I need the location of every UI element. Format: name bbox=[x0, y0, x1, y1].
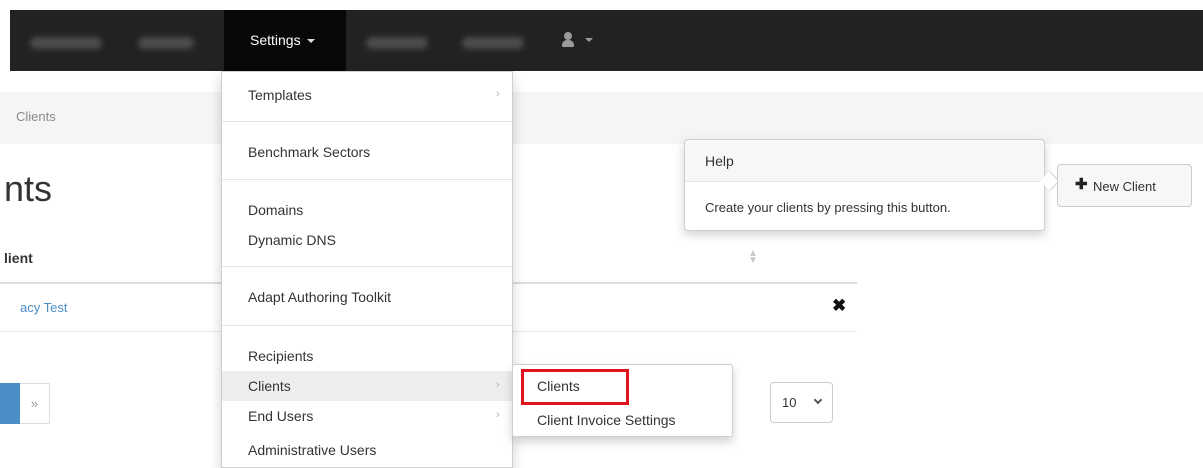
submenu-item-client-invoice-settings[interactable]: Client Invoice Settings bbox=[537, 412, 676, 428]
nav-item-blurred-2[interactable] bbox=[138, 37, 194, 49]
help-popover: Help Create your clients by pressing thi… bbox=[684, 139, 1045, 231]
menu-item-domains[interactable]: Domains bbox=[222, 195, 512, 225]
menu-divider bbox=[222, 179, 512, 180]
breadcrumb-current: Clients bbox=[16, 109, 56, 124]
menu-item-administrative-users[interactable]: Administrative Users bbox=[222, 435, 512, 465]
clients-submenu: Clients Client Invoice Settings bbox=[512, 364, 733, 437]
menu-item-label: Administrative Users bbox=[248, 442, 377, 458]
menu-item-recipients[interactable]: Recipients bbox=[222, 341, 512, 371]
nav-item-blurred-3[interactable] bbox=[366, 37, 428, 49]
page-title: nts bbox=[4, 168, 53, 209]
menu-item-label: Templates bbox=[248, 87, 312, 103]
chevron-right-icon: › bbox=[496, 88, 500, 100]
menu-item-label: Benchmark Sectors bbox=[248, 144, 371, 160]
page-size-select[interactable]: 10 bbox=[770, 382, 833, 423]
popover-title: Help bbox=[705, 153, 734, 169]
menu-item-adapt-authoring-toolkit[interactable]: Adapt Authoring Toolkit bbox=[222, 282, 512, 312]
popover-content: Create your clients by pressing this but… bbox=[705, 200, 951, 215]
submenu-item-clients[interactable]: Clients bbox=[537, 378, 580, 394]
chevron-right-icon: › bbox=[496, 379, 500, 391]
close-icon[interactable]: ✖ bbox=[832, 296, 846, 316]
nav-user-menu[interactable] bbox=[562, 32, 602, 52]
caret-down-icon bbox=[306, 39, 315, 44]
new-client-label: New Client bbox=[1093, 179, 1156, 194]
menu-divider bbox=[222, 325, 512, 326]
popover-header: Help bbox=[685, 140, 1044, 182]
chevron-right-icon: › bbox=[496, 409, 500, 421]
menu-item-label: Recipients bbox=[248, 348, 314, 364]
page-size-value: 10 bbox=[782, 395, 797, 410]
client-row-link[interactable]: acy Test bbox=[20, 300, 67, 315]
menu-item-label: Dynamic DNS bbox=[248, 232, 336, 248]
breadcrumb: Clients bbox=[0, 92, 1203, 144]
user-icon bbox=[564, 32, 572, 40]
menu-item-templates[interactable]: Templates › bbox=[222, 80, 512, 110]
plus-icon: ✚ bbox=[1075, 176, 1088, 193]
menu-item-label: Adapt Authoring Toolkit bbox=[248, 289, 391, 305]
menu-item-clients[interactable]: Clients › bbox=[222, 371, 512, 401]
nav-settings-label: Settings bbox=[250, 32, 301, 48]
nav-item-blurred-4[interactable] bbox=[462, 37, 524, 49]
pagination: » bbox=[0, 383, 50, 424]
menu-item-label: End Users bbox=[248, 408, 314, 424]
top-navbar: Settings bbox=[10, 10, 1203, 71]
nav-item-blurred-1[interactable] bbox=[30, 37, 102, 49]
settings-dropdown-menu: Templates › Benchmark Sectors Domains Dy… bbox=[221, 71, 513, 468]
menu-item-label: Domains bbox=[248, 202, 304, 218]
menu-item-end-users[interactable]: End Users › bbox=[222, 401, 512, 431]
menu-item-label: Clients bbox=[248, 378, 291, 394]
menu-item-benchmark-sectors[interactable]: Benchmark Sectors bbox=[222, 137, 512, 167]
menu-item-dynamic-dns[interactable]: Dynamic DNS bbox=[222, 225, 512, 255]
new-client-button[interactable]: ✚ New Client bbox=[1057, 164, 1192, 207]
chevron-down-icon bbox=[813, 395, 823, 405]
nav-settings-dropdown[interactable]: Settings bbox=[224, 10, 346, 71]
pagination-next-button[interactable]: » bbox=[20, 383, 50, 424]
menu-divider bbox=[222, 121, 512, 122]
pagination-current-page[interactable] bbox=[0, 383, 20, 424]
table-header-client[interactable]: lient bbox=[4, 250, 33, 266]
sort-icon[interactable]: ▲ ▼ bbox=[748, 249, 758, 266]
menu-divider bbox=[222, 266, 512, 267]
caret-down-icon bbox=[585, 38, 593, 42]
